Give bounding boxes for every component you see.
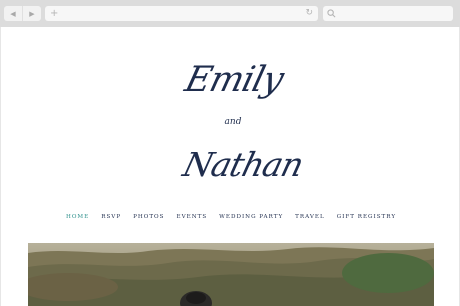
browser-toolbar: ◀ ▶ + ↻ — [0, 0, 460, 27]
forward-icon[interactable]: ▶ — [22, 6, 41, 21]
hero-photo-illustration — [28, 243, 434, 306]
reload-icon[interactable]: ↻ — [305, 6, 313, 21]
nav-rsvp[interactable]: RSVP — [101, 214, 121, 220]
nav-photos[interactable]: PHOTOS — [133, 214, 164, 220]
search-icon — [327, 9, 336, 18]
back-icon[interactable]: ◀ — [4, 6, 22, 21]
name-one: Emily — [181, 60, 287, 100]
nav-gift-registry[interactable]: GIFT REGISTRY — [337, 214, 396, 220]
monogram-connector: and — [224, 117, 242, 127]
site-navigation: HOME RSVP PHOTOS EVENTS WEDDING PARTY TR… — [1, 214, 460, 220]
browser-window: ◀ ▶ + ↻ Emily and Nathan HOME RSVP PHOTO… — [0, 0, 460, 306]
history-buttons: ◀ ▶ — [4, 6, 41, 21]
name-two: Nathan — [179, 145, 307, 184]
nav-travel[interactable]: TRAVEL — [295, 214, 325, 220]
wedding-website: Emily and Nathan HOME RSVP PHOTOS EVENTS… — [0, 27, 460, 306]
hero-photo — [28, 243, 434, 306]
address-bar[interactable]: + ↻ — [45, 6, 318, 21]
plus-icon[interactable]: + — [50, 6, 58, 21]
nav-events[interactable]: EVENTS — [176, 214, 207, 220]
search-input[interactable] — [323, 6, 453, 21]
nav-wedding-party[interactable]: WEDDING PARTY — [219, 214, 283, 220]
nav-home[interactable]: HOME — [66, 214, 89, 220]
couple-monogram: Emily and Nathan — [1, 27, 460, 207]
